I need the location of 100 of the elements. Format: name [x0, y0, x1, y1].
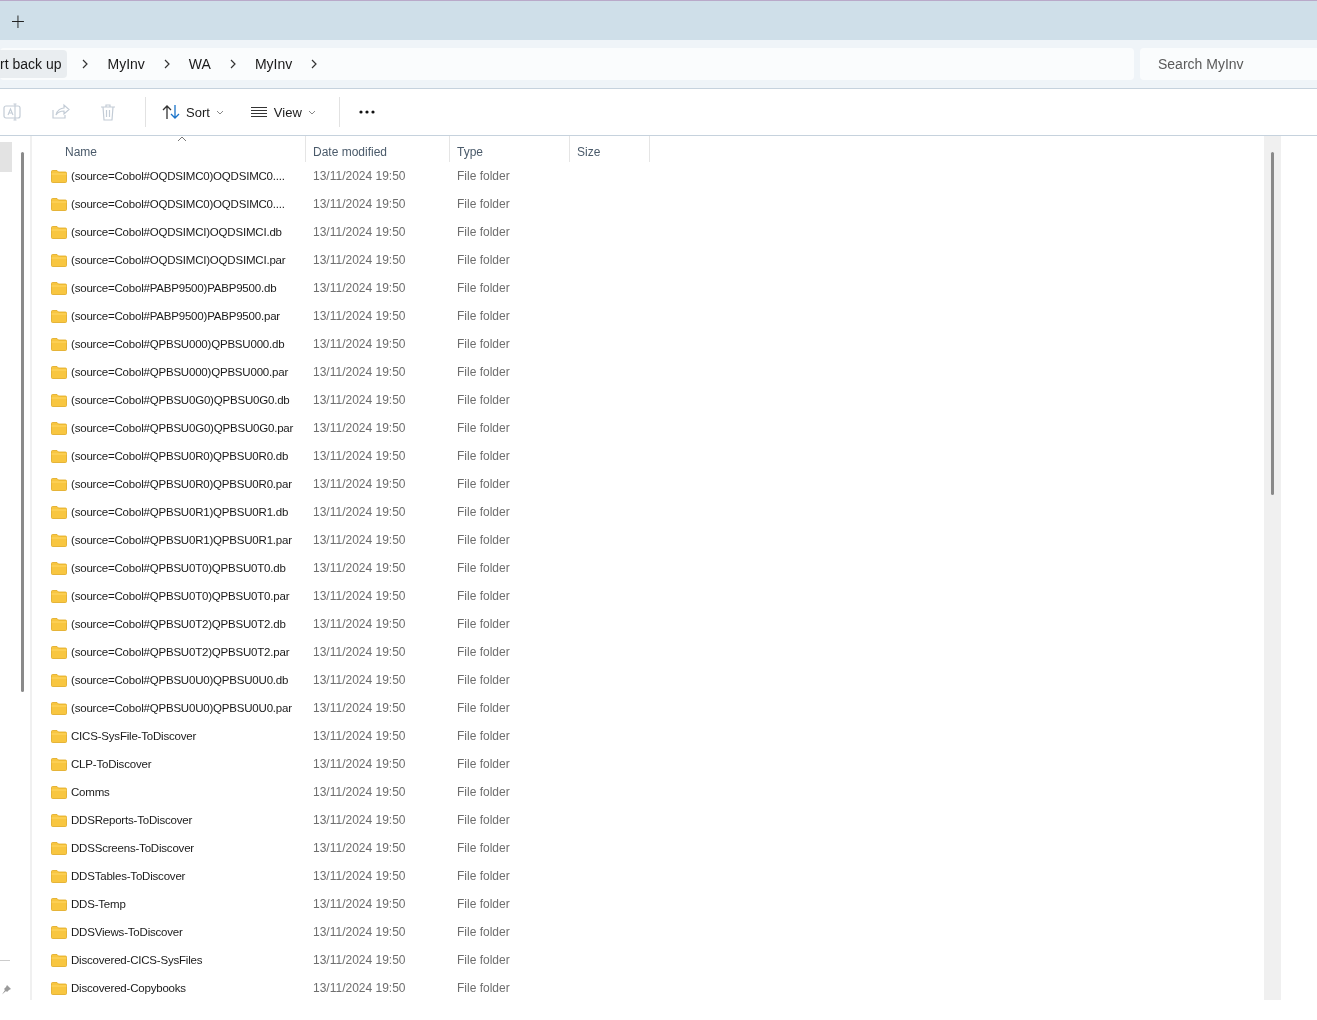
folder-icon: [51, 813, 67, 827]
file-type: File folder: [456, 169, 511, 183]
folder-icon: [51, 505, 67, 519]
date-modified: 13/11/2024 19:50: [312, 701, 407, 715]
folder-icon: [51, 533, 67, 547]
file-type: File folder: [456, 869, 511, 883]
view-button[interactable]: View: [247, 100, 318, 124]
file-name[interactable]: CICS-SysFile-ToDiscover: [71, 730, 197, 742]
file-name[interactable]: CLP-ToDiscover: [71, 758, 152, 770]
folder-icon: [51, 561, 67, 575]
folder-icon: [51, 981, 67, 995]
breadcrumb-item[interactable]: MyInv: [250, 56, 297, 72]
folder-icon: [51, 477, 67, 491]
file-name[interactable]: (source=Cobol#QPBSU0U0)QPBSU0U0.par: [71, 702, 292, 714]
file-name[interactable]: DDSScreens-ToDiscover: [71, 842, 194, 854]
file-type: File folder: [456, 841, 511, 855]
file-name[interactable]: (source=Cobol#QPBSU0R0)QPBSU0R0.db: [71, 450, 289, 462]
file-type: File folder: [456, 281, 511, 295]
file-type: File folder: [456, 813, 511, 827]
date-modified: 13/11/2024 19:50: [312, 729, 407, 743]
folder-icon: [51, 169, 67, 183]
sort-button[interactable]: Sort: [160, 100, 226, 124]
folder-icon: [51, 337, 67, 351]
date-modified: 13/11/2024 19:50: [312, 365, 407, 379]
file-name[interactable]: (source=Cobol#QPBSU000)QPBSU000.par: [71, 366, 289, 378]
new-tab-button[interactable]: +: [4, 9, 32, 32]
file-type: File folder: [456, 225, 511, 239]
chevron-right-icon: [228, 59, 237, 69]
folder-icon: [51, 785, 67, 799]
file-name[interactable]: (source=Cobol#QPBSU0T0)QPBSU0T0.par: [71, 590, 290, 602]
file-type: File folder: [456, 253, 511, 267]
date-modified: 13/11/2024 19:50: [312, 869, 407, 883]
file-name[interactable]: Comms: [71, 786, 110, 798]
folder-icon: [51, 645, 67, 659]
file-name[interactable]: (source=Cobol#QPBSU0R0)QPBSU0R0.par: [71, 478, 292, 490]
folder-icon: [51, 617, 67, 631]
file-type: File folder: [456, 337, 511, 351]
pin-icon: [1, 984, 12, 995]
sort-caret-icon: [176, 136, 187, 142]
file-type: File folder: [456, 421, 511, 435]
caret-down-icon: [215, 109, 224, 115]
file-name[interactable]: (source=Cobol#PABP9500)PABP9500.db: [71, 282, 277, 294]
date-modified: 13/11/2024 19:50: [312, 673, 407, 687]
file-name[interactable]: Discovered-CICS-SysFiles: [71, 954, 203, 966]
date-modified: 13/11/2024 19:50: [312, 757, 407, 771]
file-type: File folder: [456, 393, 511, 407]
file-name[interactable]: DDS-Temp: [71, 898, 126, 910]
folder-icon: [51, 253, 67, 267]
caret-down-icon: [307, 109, 316, 115]
file-name[interactable]: (source=Cobol#QPBSU0U0)QPBSU0U0.db: [71, 674, 289, 686]
file-name[interactable]: DDSReports-ToDiscover: [71, 814, 193, 826]
folder-icon: [51, 281, 67, 295]
file-type: File folder: [456, 617, 511, 631]
file-name[interactable]: DDSTables-ToDiscover: [71, 870, 186, 882]
folder-icon: [51, 225, 67, 239]
nav-item-highlight[interactable]: [0, 142, 12, 172]
date-modified: 13/11/2024 19:50: [312, 281, 407, 295]
date-modified: 13/11/2024 19:50: [312, 449, 407, 463]
date-modified: 13/11/2024 19:50: [312, 253, 407, 267]
file-name[interactable]: Discovered-Copybooks: [71, 982, 186, 994]
file-name[interactable]: (source=Cobol#PABP9500)PABP9500.par: [71, 310, 280, 322]
file-type: File folder: [456, 729, 511, 743]
scrollbar-thumb[interactable]: [1271, 152, 1274, 495]
date-modified: 13/11/2024 19:50: [312, 841, 407, 855]
file-name[interactable]: (source=Cobol#OQDSIMCI)OQDSIMCI.db: [71, 226, 282, 238]
date-modified: 13/11/2024 19:50: [312, 785, 407, 799]
file-name[interactable]: (source=Cobol#OQDSIMC0)OQDSIMC0....: [71, 198, 285, 210]
file-name[interactable]: (source=Cobol#QPBSU0G0)QPBSU0G0.par: [71, 422, 294, 434]
date-modified: 13/11/2024 19:50: [312, 561, 407, 575]
breadcrumb-item[interactable]: MyInv: [103, 56, 149, 72]
folder-icon: [51, 589, 67, 603]
file-type: File folder: [456, 589, 511, 603]
folder-icon: [51, 757, 67, 771]
breadcrumb-item[interactable]: WA: [184, 56, 215, 72]
chevron-right-icon: [162, 59, 171, 69]
file-type: File folder: [456, 477, 511, 491]
date-modified: 13/11/2024 19:50: [312, 953, 407, 967]
folder-icon: [51, 421, 67, 435]
file-type: File folder: [456, 645, 511, 659]
file-name[interactable]: (source=Cobol#QPBSU0R1)QPBSU0R1.db: [71, 506, 289, 518]
file-type: File folder: [456, 925, 511, 939]
file-name[interactable]: (source=Cobol#QPBSU0T0)QPBSU0T0.db: [71, 562, 286, 574]
folder-icon: [51, 309, 67, 323]
file-name[interactable]: (source=Cobol#QPBSU0T2)QPBSU0T2.par: [71, 646, 290, 658]
file-name[interactable]: (source=Cobol#OQDSIMCI)OQDSIMCI.par: [71, 254, 286, 266]
breadcrumb-item[interactable]: rt back up: [0, 50, 68, 78]
search-field[interactable]: Search MyInv: [1140, 48, 1317, 80]
more-options-icon[interactable]: [357, 109, 376, 115]
file-name[interactable]: (source=Cobol#OQDSIMC0)OQDSIMC0....: [71, 170, 285, 182]
scrollbar-thumb[interactable]: [21, 152, 24, 692]
file-name[interactable]: (source=Cobol#QPBSU0G0)QPBSU0G0.db: [71, 394, 290, 406]
address-bar[interactable]: rt back up MyInv WA MyInv: [0, 48, 1134, 80]
file-name[interactable]: DDSViews-ToDiscover: [71, 926, 183, 938]
date-modified: 13/11/2024 19:50: [312, 225, 407, 239]
file-type: File folder: [456, 449, 511, 463]
folder-icon: [51, 197, 67, 211]
file-type: File folder: [456, 365, 511, 379]
file-name[interactable]: (source=Cobol#QPBSU0T2)QPBSU0T2.db: [71, 618, 286, 630]
file-name[interactable]: (source=Cobol#QPBSU0R1)QPBSU0R1.par: [71, 534, 292, 546]
file-name[interactable]: (source=Cobol#QPBSU000)QPBSU000.db: [71, 338, 285, 350]
